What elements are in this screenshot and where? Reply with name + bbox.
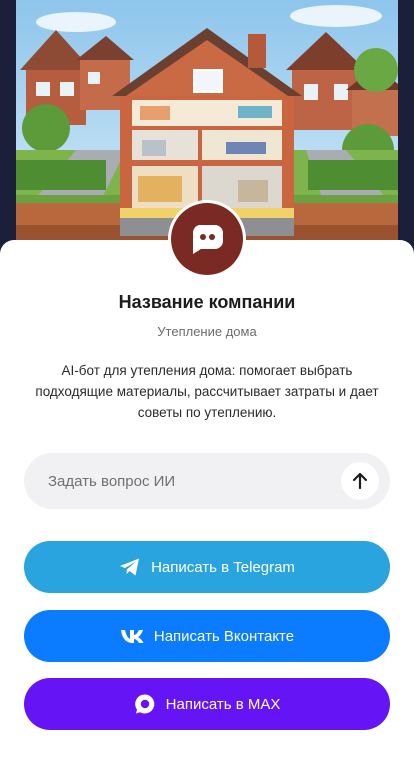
avatar-badge <box>171 203 243 275</box>
telegram-icon <box>119 557 141 577</box>
telegram-button[interactable]: Написать в Telegram <box>24 541 390 593</box>
chat-bubble-icon <box>192 225 223 254</box>
ask-ai-input[interactable] <box>48 453 338 509</box>
telegram-button-label: Написать в Telegram <box>151 558 295 576</box>
max-icon <box>134 693 156 715</box>
company-subtitle: Утепление дома <box>157 324 257 339</box>
vk-icon <box>120 628 144 644</box>
vk-button-label: Написать Вконтакте <box>153 627 295 645</box>
ask-ai-field <box>24 453 390 509</box>
max-button-label: Написать в MAX <box>165 695 281 713</box>
max-button[interactable]: Написать в MAX <box>24 678 390 730</box>
avatar <box>168 200 246 278</box>
company-name: Название компании <box>118 292 296 312</box>
send-button[interactable] <box>341 462 379 500</box>
vk-button[interactable]: Написать Вконтакте <box>24 610 390 662</box>
company-description: AI-бот для утепления дома: помогает выбр… <box>35 363 379 420</box>
arrow-up-icon <box>352 472 368 490</box>
